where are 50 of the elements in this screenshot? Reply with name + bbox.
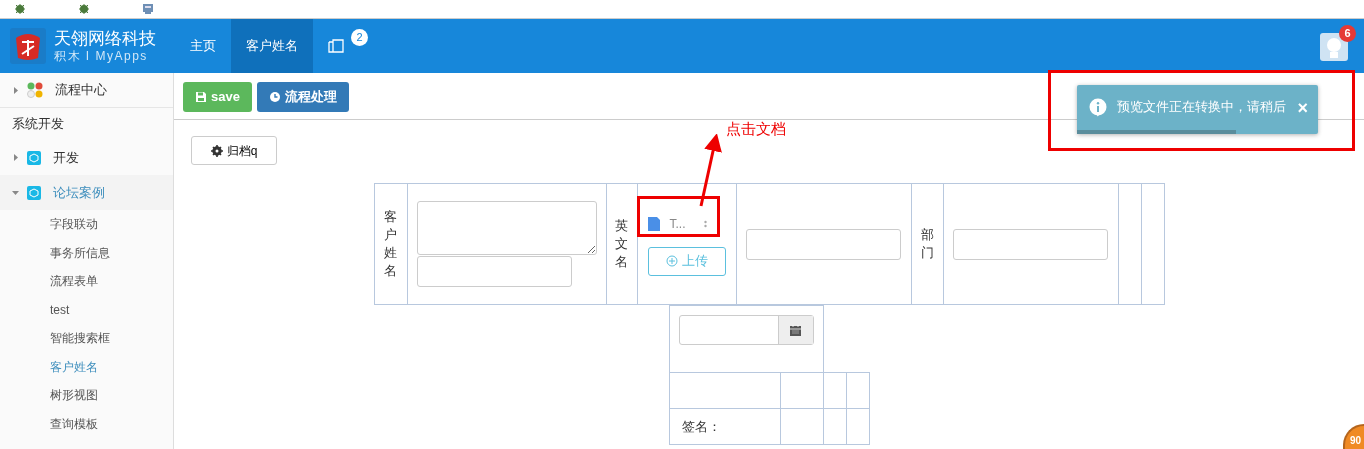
dots-icon (27, 82, 43, 98)
text-field[interactable] (416, 256, 572, 287)
date-field[interactable] (678, 315, 814, 345)
field-label: 客户姓名 (384, 207, 397, 281)
caret-down-icon (12, 189, 19, 196)
caret-right-icon (12, 154, 19, 161)
logo-icon (10, 28, 46, 64)
sidebar-item[interactable]: 开发 (0, 140, 173, 175)
bug-icon[interactable] (14, 3, 26, 15)
windows-icon (328, 38, 344, 54)
sidebar-item[interactable]: 论坛案例 (0, 175, 173, 210)
sidebar-section: 系统开发 (0, 108, 173, 140)
attachment-item[interactable]: T... (647, 212, 726, 235)
nav-tab[interactable]: 客户姓名 (231, 19, 313, 73)
monitor-icon[interactable] (142, 3, 154, 15)
bug-icon[interactable] (78, 3, 90, 15)
sidebar-item[interactable]: 客户姓名 (0, 352, 173, 381)
sidebar-item[interactable]: test (0, 295, 173, 324)
sidebar-item[interactable]: 字段联动 (0, 210, 173, 239)
settings-icon (210, 144, 223, 157)
text-field[interactable] (952, 228, 1108, 260)
sidebar-item[interactable]: 事务所信息 (0, 238, 173, 267)
window-tab[interactable]: 2 (313, 19, 374, 73)
brand-subtitle: 积木 I MyApps (54, 49, 149, 63)
save-icon (195, 91, 207, 103)
sidebar-item[interactable]: 流程中心 (0, 73, 173, 108)
cube-icon (27, 185, 41, 200)
signature-label: 签名： (681, 418, 721, 434)
count-badge: 2 (351, 29, 368, 46)
brand-title: 天翎网络科技 (54, 29, 156, 49)
field-label: 部门 (920, 225, 934, 262)
document-icon (647, 216, 660, 231)
toast-message: 预览文件正在转换中，请稍后 (1117, 99, 1287, 117)
sidebar-item[interactable]: 树形视图 (0, 381, 173, 410)
sidebar-item[interactable]: 流程表单 (0, 267, 173, 296)
clock-icon (268, 91, 281, 103)
caret-right-icon (12, 86, 19, 94)
annotation-text: 点击文档 (726, 119, 786, 139)
archive-button[interactable]: 归档q (191, 136, 277, 165)
text-field[interactable] (745, 228, 901, 260)
more-icon[interactable] (703, 219, 707, 228)
info-icon (1089, 97, 1107, 118)
nav-tab[interactable]: 主页 (175, 19, 231, 73)
calendar-icon[interactable] (790, 324, 801, 336)
field-label: 英文名 (615, 216, 628, 272)
sidebar-item[interactable]: 智能搜索框 (0, 324, 173, 353)
cube-icon (27, 150, 41, 165)
toolbar-button[interactable]: 流程处理 (256, 82, 349, 112)
sidebar-item[interactable]: 查询模板 (0, 409, 173, 438)
plus-icon (665, 255, 678, 267)
